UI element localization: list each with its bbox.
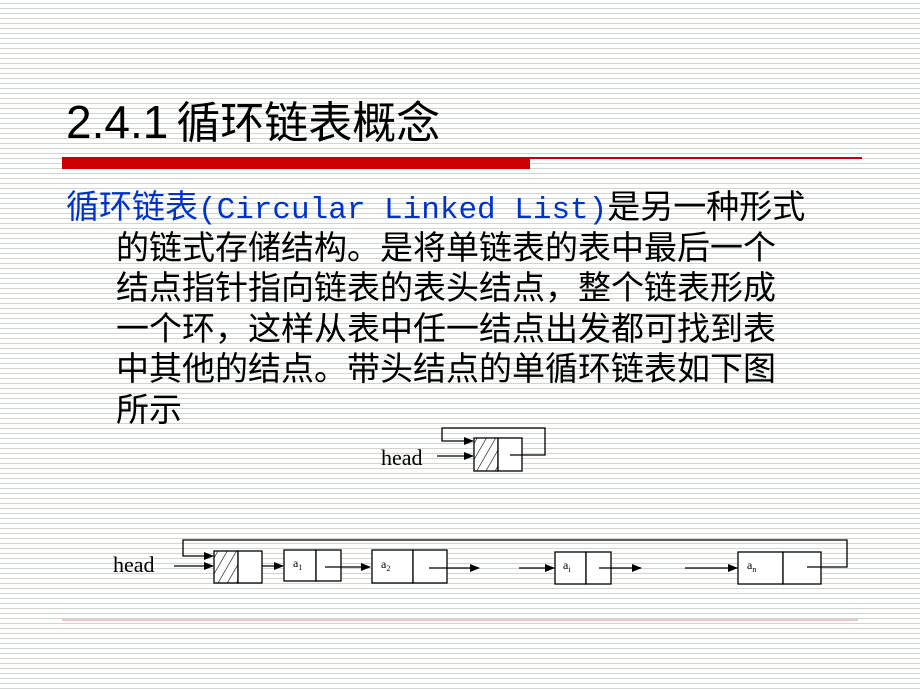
head-node-next-field bbox=[237, 550, 263, 584]
linked-list-diagrams: head head a1 a2 ai an bbox=[113, 427, 848, 585]
node-an: an bbox=[737, 551, 822, 585]
node-a1: a1 bbox=[283, 549, 342, 582]
head-label: head bbox=[381, 445, 423, 470]
footer-divider bbox=[62, 619, 858, 621]
node-a2: a2 bbox=[371, 549, 448, 584]
full-list-diagram: head a1 a2 ai an bbox=[113, 539, 848, 585]
head-node-data-field bbox=[213, 550, 239, 584]
head-node-data-field bbox=[473, 437, 499, 472]
empty-list-diagram: head bbox=[381, 427, 546, 472]
head-label: head bbox=[113, 552, 155, 577]
